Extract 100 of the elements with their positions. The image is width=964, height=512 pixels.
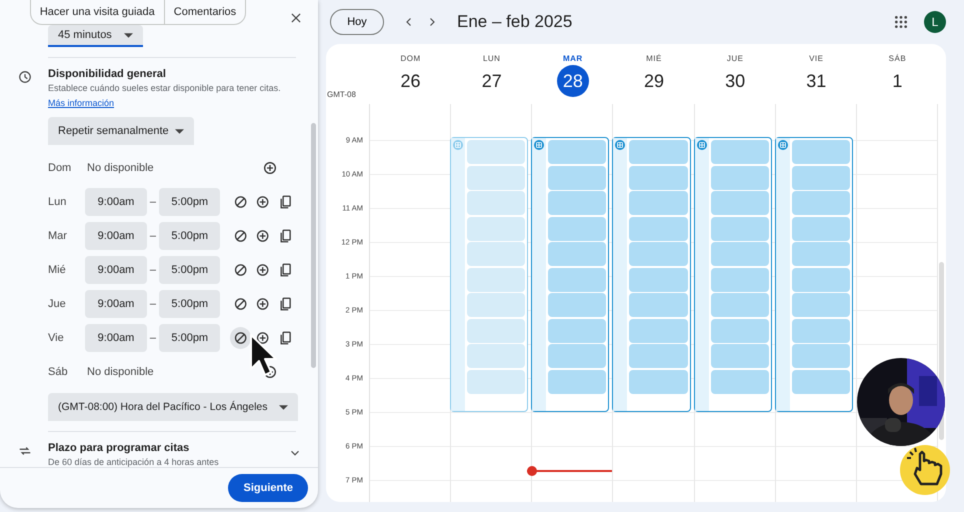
weekday-label: MAR: [562, 54, 583, 63]
time-slot[interactable]: [710, 140, 769, 164]
start-time-field[interactable]: 9:00am: [85, 222, 147, 250]
avatar[interactable]: L: [924, 11, 946, 33]
time-slot[interactable]: [467, 318, 526, 342]
hand-pointer-icon: [899, 444, 951, 496]
time-slot[interactable]: [710, 370, 769, 394]
time-slot[interactable]: [629, 166, 688, 190]
day-date[interactable]: 31: [800, 65, 832, 97]
time-slot[interactable]: [548, 191, 606, 215]
day-date[interactable]: 27: [476, 65, 508, 97]
dropdown-arrow-icon: [175, 128, 184, 134]
apps-icon[interactable]: [892, 13, 910, 31]
availability-block[interactable]: [694, 137, 772, 412]
time-slot[interactable]: [710, 242, 769, 266]
time-slot[interactable]: [792, 318, 850, 342]
time-slot[interactable]: [548, 344, 606, 368]
weekday-label: LUN: [482, 54, 500, 63]
day-date[interactable]: 29: [638, 65, 670, 97]
time-slot[interactable]: [629, 344, 688, 368]
end-time-field[interactable]: 5:00pm: [159, 324, 220, 352]
start-time-field[interactable]: 9:00am: [85, 324, 147, 352]
time-slot[interactable]: [467, 140, 526, 164]
time-slot[interactable]: [629, 242, 688, 266]
time-slot[interactable]: [467, 242, 526, 266]
time-slot[interactable]: [467, 191, 526, 215]
section-description: De 60 días de anticipación a 4 horas antes: [48, 457, 220, 467]
more-info-link[interactable]: Más información: [48, 98, 114, 108]
range-separator: –: [148, 332, 157, 344]
time-slot[interactable]: [629, 191, 688, 215]
availability-block[interactable]: [774, 137, 853, 412]
time-slot[interactable]: [792, 140, 850, 164]
repeat-dropdown[interactable]: Repetir semanalmente: [48, 117, 194, 145]
availability-block[interactable]: [450, 137, 528, 412]
unavailable-icon[interactable]: [230, 327, 252, 349]
appointment-icon: [615, 140, 626, 150]
day-label: Jue: [48, 298, 67, 310]
time-slot[interactable]: [792, 370, 850, 394]
time-slot[interactable]: [629, 268, 688, 292]
time-slot[interactable]: [710, 191, 769, 215]
appointment-icon: [453, 140, 464, 150]
time-slot[interactable]: [467, 166, 526, 190]
time-slot[interactable]: [792, 268, 850, 292]
day-date[interactable]: 30: [719, 65, 752, 97]
time-slot[interactable]: [548, 370, 606, 394]
start-time-field[interactable]: 9:00am: [85, 290, 147, 318]
range-separator: –: [148, 230, 157, 242]
time-slot[interactable]: [548, 242, 606, 266]
time-slot[interactable]: [629, 293, 688, 317]
start-time-field[interactable]: 9:00am: [85, 188, 147, 216]
time-slot[interactable]: [710, 318, 769, 342]
time-slot[interactable]: [792, 344, 850, 368]
time-slot[interactable]: [629, 370, 688, 394]
timezone-dropdown[interactable]: (GMT-08:00) Hora del Pacífico - Los Ángeles: [48, 393, 298, 421]
day-label: Mar: [48, 230, 68, 242]
today-date[interactable]: 28: [556, 65, 589, 97]
time-slot[interactable]: [710, 268, 769, 292]
time-slot[interactable]: [792, 191, 850, 215]
time-slot[interactable]: [548, 293, 606, 317]
next-button[interactable]: Siguiente: [228, 474, 308, 502]
time-slot[interactable]: [629, 318, 688, 342]
end-time-field[interactable]: 5:00pm: [159, 290, 220, 318]
time-slot[interactable]: [548, 318, 606, 342]
scrollbar[interactable]: [311, 123, 316, 368]
panel-tab[interactable]: Hacer una visita guiada: [30, 0, 164, 24]
time-slot[interactable]: [792, 242, 850, 266]
time-slot[interactable]: [467, 370, 526, 394]
time-slot[interactable]: [792, 166, 850, 190]
panel-tab[interactable]: Comentarios: [164, 0, 246, 24]
time-slot[interactable]: [467, 216, 526, 240]
end-time-field[interactable]: 5:00pm: [159, 188, 220, 216]
time-slot[interactable]: [629, 140, 688, 164]
section-description: Establece cuándo sueles estar disponible para tener citas.: [48, 83, 282, 93]
range-separator: –: [148, 196, 157, 208]
time-slot[interactable]: [548, 166, 606, 190]
time-slot[interactable]: [792, 293, 850, 317]
time-slot[interactable]: [629, 216, 688, 240]
time-slot[interactable]: [467, 268, 526, 292]
start-time-field[interactable]: 9:00am: [85, 256, 147, 284]
time-slot[interactable]: [548, 268, 606, 292]
today-button[interactable]: Hoy: [330, 9, 384, 35]
end-time-field[interactable]: 5:00pm: [159, 222, 220, 250]
range-separator: –: [148, 298, 157, 310]
unavailable-text: No disponible: [87, 366, 155, 378]
day-date[interactable]: 1: [881, 65, 914, 97]
time-slot[interactable]: [710, 344, 769, 368]
time-slot[interactable]: [548, 216, 606, 240]
weekday-label: MIÉ: [646, 54, 662, 63]
time-slot[interactable]: [467, 293, 526, 317]
end-time-field[interactable]: 5:00pm: [159, 256, 220, 284]
time-slot[interactable]: [548, 140, 606, 164]
time-slot[interactable]: [467, 344, 526, 368]
time-slot[interactable]: [710, 293, 769, 317]
time-slot[interactable]: [710, 216, 769, 240]
duration-dropdown[interactable]: 45 minutos: [48, 25, 143, 47]
time-slot[interactable]: [710, 166, 769, 190]
availability-block[interactable]: [531, 137, 610, 412]
availability-block[interactable]: [612, 137, 691, 412]
day-date[interactable]: 26: [394, 65, 427, 97]
time-slot[interactable]: [792, 216, 850, 240]
